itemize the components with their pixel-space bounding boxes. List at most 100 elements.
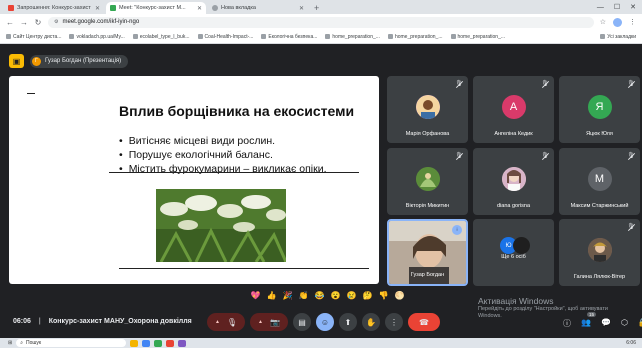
slide-bullet: Витісняє місцеві види рослин.	[119, 134, 327, 148]
mic-toggle-button[interactable]: ▲ 🎙	[207, 313, 245, 331]
reaction-thumbs-down[interactable]: 👎	[378, 291, 389, 300]
windows-activation-watermark: Активація Windows Перейдіть до розділу "…	[478, 296, 628, 320]
taskbar-app-icon[interactable]	[166, 339, 175, 347]
bookmark-icon	[69, 34, 75, 39]
present-button[interactable]: ⬆	[339, 313, 357, 331]
forward-icon[interactable]: →	[20, 18, 28, 27]
close-tab-icon[interactable]: ✕	[299, 5, 304, 12]
info-icon[interactable]: ⓘ	[563, 318, 571, 329]
start-icon[interactable]: ⊞	[8, 340, 12, 346]
presenter-label: Гузар Богдан (Презентація)	[45, 58, 122, 64]
maximize-icon[interactable]: ☐	[614, 3, 620, 11]
site-info-icon[interactable]: ⚙	[54, 19, 58, 25]
bookmark-item[interactable]: Coal-Health-Impact-...	[197, 34, 253, 40]
participant-tile[interactable]: 🎙 М Максим Старжинський	[559, 148, 640, 215]
slide-bullet: Містить фурокумарини – викликає опіки.	[119, 162, 327, 176]
browser-tab-invite[interactable]: Запрошення: Конкурс-захист ✕	[4, 2, 104, 14]
camera-toggle-button[interactable]: ▲ 📷	[250, 313, 288, 331]
meet-icon	[110, 5, 116, 11]
activities-icon[interactable]: ⬡	[621, 318, 628, 329]
bookmark-item[interactable]: ecolabel_type_l_buk...	[132, 34, 190, 40]
mic-off-icon: 🎙	[455, 81, 463, 87]
participant-tile-speaking[interactable]: ⁝ Гузар Богдан	[387, 219, 468, 286]
reaction-surprised[interactable]: 😮	[330, 291, 341, 300]
bookmark-item[interactable]: home_preparation_...	[387, 34, 443, 40]
watermark-title: Активація Windows	[478, 296, 554, 306]
chrome-icon	[212, 5, 218, 11]
reaction-heart[interactable]: 💖	[250, 291, 261, 300]
host-controls-icon[interactable]: 🔒	[638, 318, 642, 329]
tab-title: Нова вкладка	[221, 5, 256, 11]
participant-name: Максим Старжинський	[570, 203, 629, 209]
window-controls: — ☐ ✕	[597, 0, 642, 14]
reaction-clap[interactable]: 👏	[298, 291, 309, 300]
bookmark-item[interactable]: Екологічна безпека...	[261, 34, 317, 40]
bookmark-item[interactable]: home_preparation_...	[325, 34, 380, 40]
taskbar-app-icon[interactable]	[142, 339, 151, 347]
close-tab-icon[interactable]: ✕	[95, 5, 100, 12]
taskbar-app-icon[interactable]	[130, 339, 139, 347]
slide-dash	[27, 93, 35, 94]
participant-tile[interactable]: 🎙 Галина Лялюк-Вітер	[559, 219, 640, 286]
participant-avatar: Я	[587, 95, 612, 119]
taskbar-app-icon[interactable]	[178, 339, 187, 347]
reaction-more[interactable]: 🌕	[394, 291, 405, 300]
browser-tab-new[interactable]: Нова вкладка ✕	[208, 2, 308, 14]
reload-icon[interactable]: ↻	[34, 18, 42, 27]
hogweed-photo	[156, 189, 286, 262]
participant-tile[interactable]: 🎙 diana gorisna	[473, 148, 554, 215]
participant-tile[interactable]: 🎙 Вікторія Микитин	[387, 148, 468, 215]
people-button[interactable]: 👥 15	[581, 312, 597, 329]
hang-up-icon: ☎	[419, 317, 429, 327]
tab-title: Meet: "Конкурс-захист М...	[119, 5, 186, 11]
back-icon[interactable]: ←	[6, 18, 14, 27]
mic-off-icon: 🎙	[226, 317, 238, 327]
participant-avatar	[587, 238, 612, 262]
toolbar-actions: ☆ ⋮	[600, 17, 636, 27]
folder-icon	[450, 34, 456, 39]
emoji-button[interactable]: ☺	[316, 313, 334, 331]
taskbar-app-icon[interactable]	[154, 339, 163, 347]
chat-icon[interactable]: 💬	[601, 318, 611, 329]
presenter-avatar: Г	[32, 56, 41, 66]
minimize-icon[interactable]: —	[597, 4, 604, 11]
participant-name: Марія Орфанова	[405, 131, 450, 137]
url-text: meet.google.com/ikf-iyin-ngo	[62, 19, 140, 25]
chevron-up-icon[interactable]: ▲	[258, 319, 263, 325]
profile-avatar[interactable]	[613, 17, 622, 27]
new-tab-button[interactable]: +	[310, 2, 323, 14]
call-controls: ▲ 🎙 ▲ 📷 ▤ ☺ ⬆ ✋ ⋮ ☎	[207, 313, 440, 331]
participant-avatar	[513, 237, 530, 254]
menu-icon[interactable]: ⋮	[629, 18, 636, 27]
leave-call-button[interactable]: ☎	[408, 313, 440, 331]
close-window-icon[interactable]: ✕	[630, 3, 636, 11]
more-options-button[interactable]: ⋮	[385, 313, 403, 331]
bookmark-item[interactable]: vokladach.pp.ua/My...	[69, 34, 125, 40]
hand-icon: ✋	[366, 317, 376, 327]
bookmark-star-icon[interactable]: ☆	[600, 18, 606, 27]
reaction-thinking[interactable]: 🤔	[362, 291, 373, 300]
more-participants-tile[interactable]: Ю Ще 6 осіб	[473, 219, 554, 286]
bookmark-item[interactable]: Сайт Центру диста...	[6, 34, 61, 40]
browser-tab-meet[interactable]: Meet: "Конкурс-захист М... ✕	[106, 2, 206, 14]
raise-hand-button[interactable]: ✋	[362, 313, 380, 331]
reaction-thumbs-up[interactable]: 👍	[266, 291, 277, 300]
participant-tile[interactable]: 🎙 Я Яцюк Юля	[559, 76, 640, 143]
participant-tile[interactable]: 🎙 А Ангеліна Кедик	[473, 76, 554, 143]
presentation-icon[interactable]: ▣	[9, 54, 24, 68]
reaction-party[interactable]: 🎉	[282, 291, 293, 300]
taskbar-search[interactable]: ⌕ Пошук	[16, 339, 127, 347]
reaction-sad[interactable]: 😢	[346, 291, 357, 300]
close-tab-icon[interactable]: ✕	[197, 5, 202, 12]
meeting-title: Конкурс-захист МАНУ_Охорона довкілля	[48, 318, 192, 325]
reaction-laugh[interactable]: 😂	[314, 291, 325, 300]
camera-off-icon: 📷	[269, 317, 280, 327]
bookmark-item[interactable]: home_preparation_...	[450, 34, 505, 40]
chevron-up-icon[interactable]: ▲	[215, 319, 220, 325]
all-bookmarks[interactable]: Усі закладки	[600, 34, 636, 40]
meet-header: ▣ Г Гузар Богдан (Презентація)	[0, 50, 642, 72]
address-bar[interactable]: ⚙ meet.google.com/ikf-iyin-ngo	[48, 16, 594, 28]
captions-button[interactable]: ▤	[293, 313, 311, 331]
presenter-chip[interactable]: Г Гузар Богдан (Презентація)	[30, 54, 129, 68]
participant-tile[interactable]: 🎙 Марія Орфанова	[387, 76, 468, 143]
